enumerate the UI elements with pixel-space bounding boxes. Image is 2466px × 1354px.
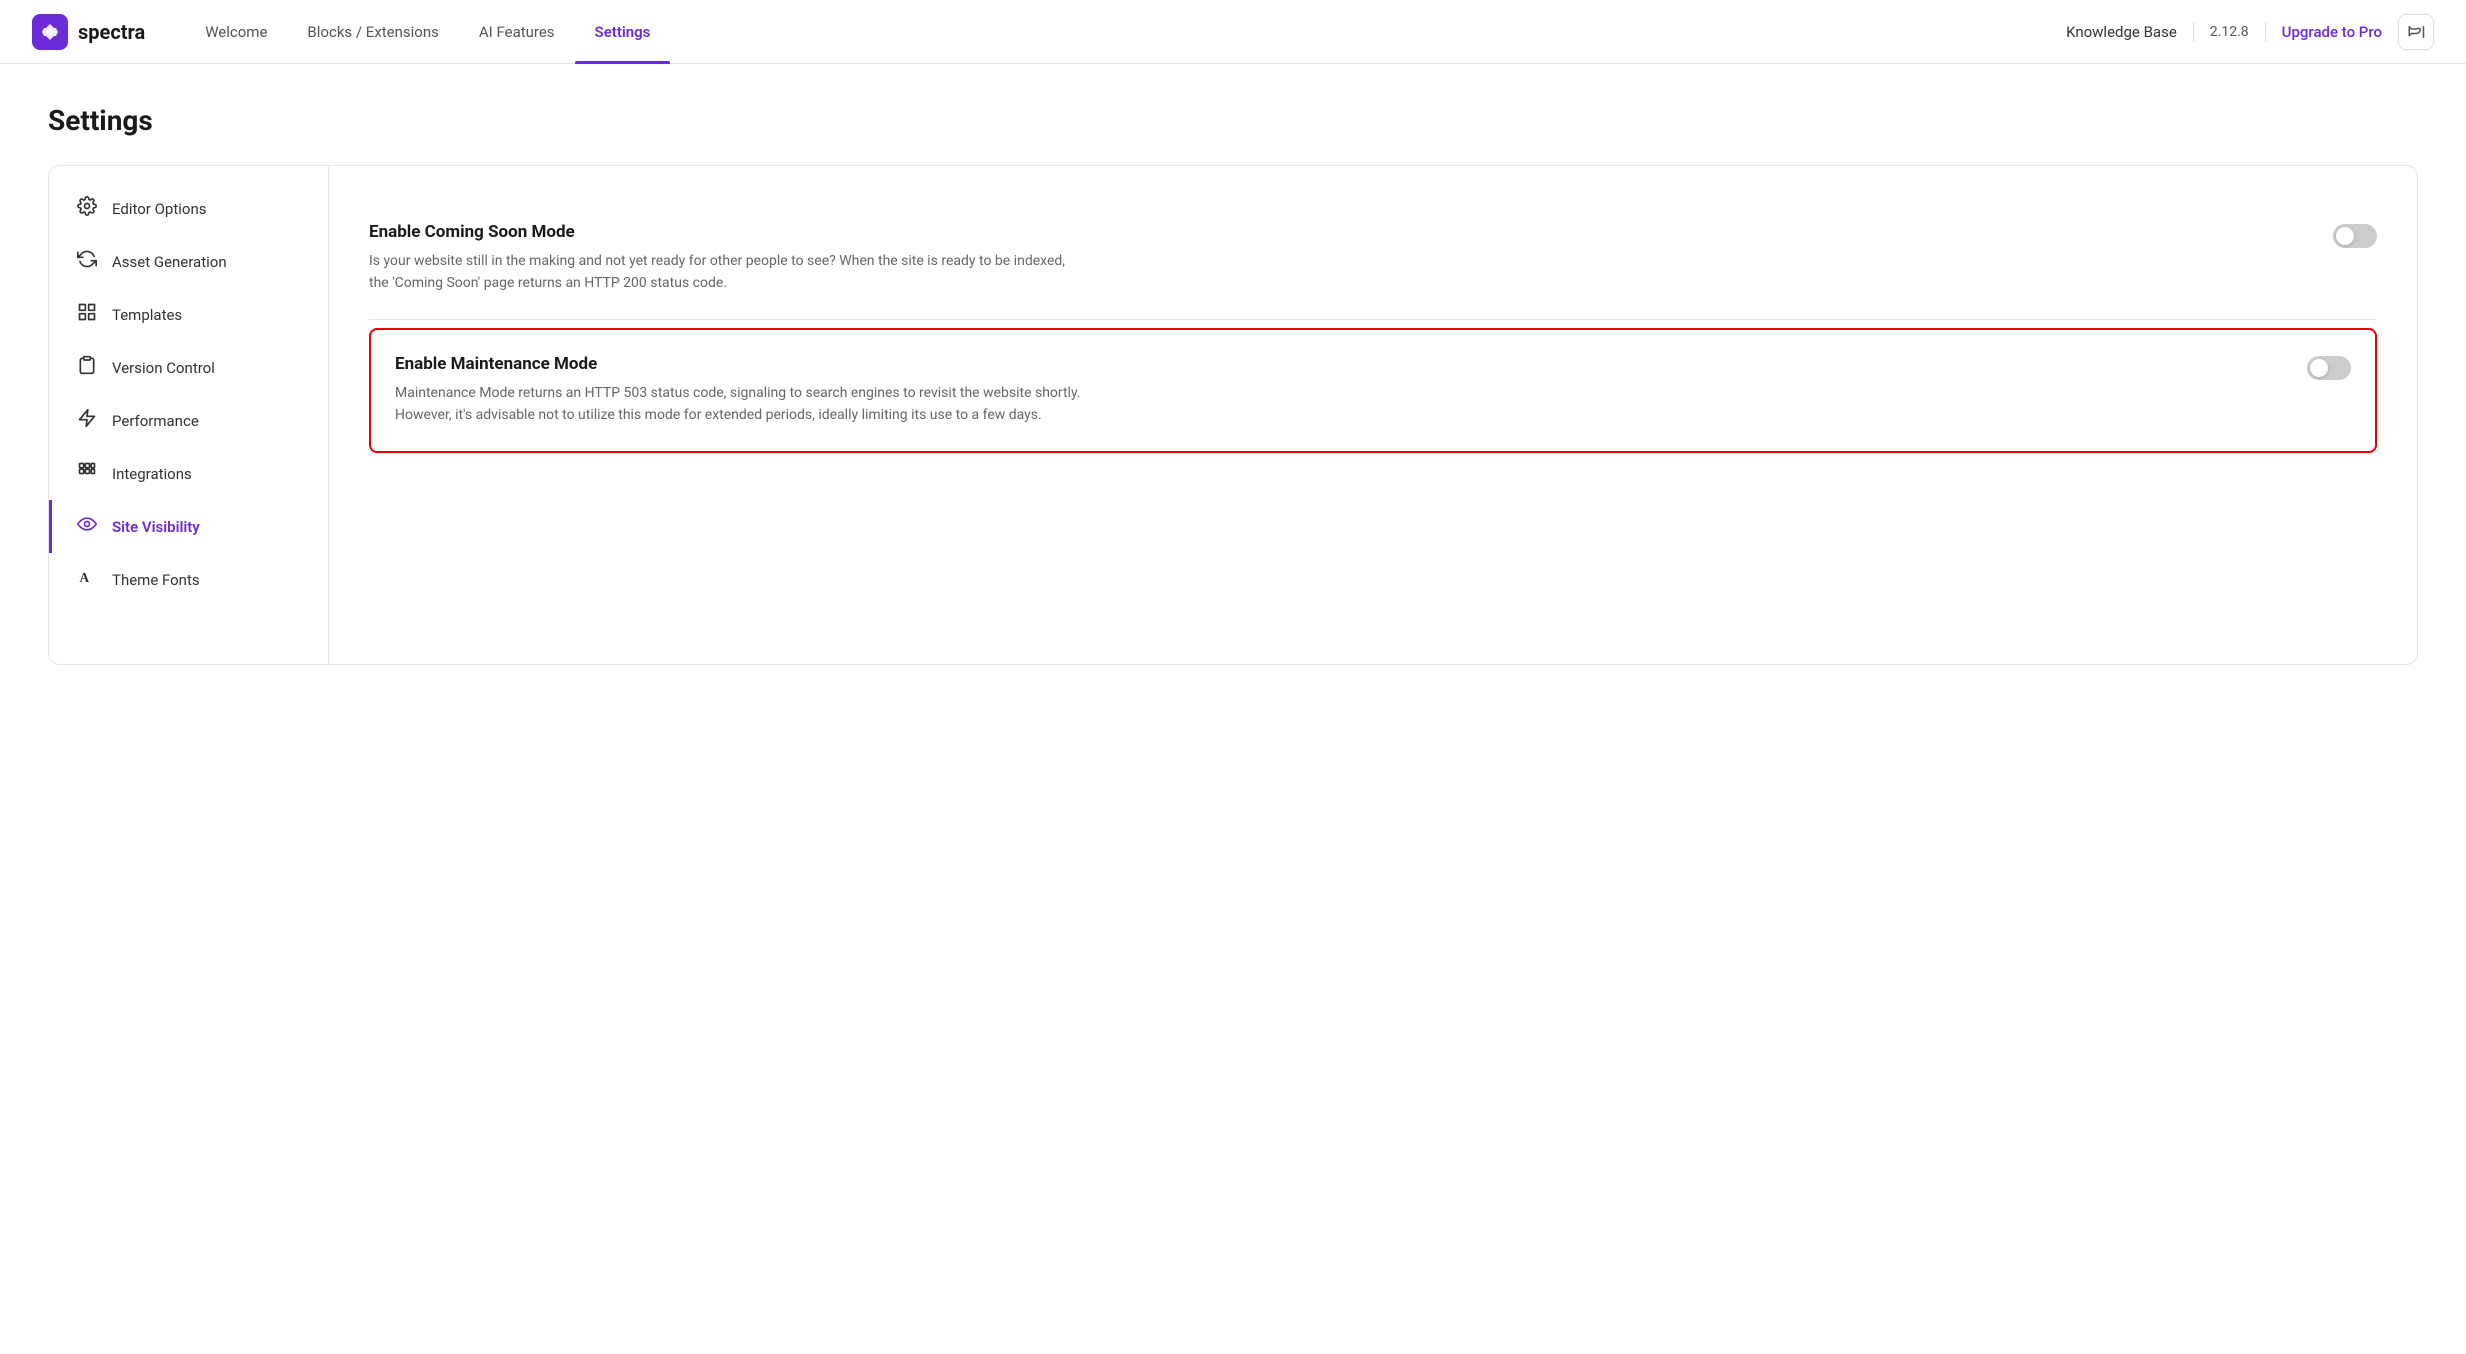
sidebar-label-asset-generation: Asset Generation [112,253,227,271]
nav-divider-1 [2193,22,2194,42]
maintenance-info: Enable Maintenance Mode Maintenance Mode… [395,354,2283,427]
coming-soon-info: Enable Coming Soon Mode Is your website … [369,222,2309,295]
nav-welcome[interactable]: Welcome [185,0,287,64]
logo-link[interactable]: spectra [32,14,145,50]
nav-divider-2 [2265,22,2266,42]
maintenance-label: Enable Maintenance Mode [395,354,2283,374]
logo-text: spectra [78,20,145,44]
nav-links: Welcome Blocks / Extensions AI Features … [185,0,2066,64]
coming-soon-label: Enable Coming Soon Mode [369,222,2309,242]
settings-main-content: Enable Coming Soon Mode Is your website … [329,166,2417,664]
nav-blocks-extensions[interactable]: Blocks / Extensions [287,0,458,64]
svg-text:A: A [80,570,90,585]
settings-sidebar: Editor Options Asset Generation [49,166,329,664]
sidebar-item-asset-generation[interactable]: Asset Generation [49,235,328,288]
maintenance-row: Enable Maintenance Mode Maintenance Mode… [395,354,2351,427]
sidebar-item-version-control[interactable]: Version Control [49,341,328,394]
refresh-icon [76,249,98,274]
grid-icon [76,302,98,327]
maintenance-toggle[interactable] [2307,356,2351,380]
sidebar-item-performance[interactable]: Performance [49,394,328,447]
sidebar-label-theme-fonts: Theme Fonts [112,571,200,589]
maintenance-desc: Maintenance Mode returns an HTTP 503 sta… [395,382,1095,427]
sidebar-label-editor-options: Editor Options [112,200,207,218]
coming-soon-toggle[interactable] [2333,224,2377,248]
top-navigation: spectra Welcome Blocks / Extensions AI F… [0,0,2466,64]
gear-icon [76,196,98,221]
maintenance-slider [2307,356,2351,380]
page-content: Settings Editor Options [0,64,2466,705]
nav-settings[interactable]: Settings [575,0,671,64]
coming-soon-slider [2333,224,2377,248]
sidebar-label-integrations: Integrations [112,465,192,483]
coming-soon-desc: Is your website still in the making and … [369,250,1069,295]
sidebar-label-site-visibility: Site Visibility [112,518,200,536]
knowledge-base-link[interactable]: Knowledge Base [2066,23,2177,41]
apps-icon [76,461,98,486]
font-icon: A [76,567,98,592]
sidebar-item-integrations[interactable]: Integrations [49,447,328,500]
sidebar-label-version-control: Version Control [112,359,215,377]
sidebar-item-editor-options[interactable]: Editor Options [49,182,328,235]
maintenance-section: Enable Maintenance Mode Maintenance Mode… [369,328,2377,453]
notifications-button[interactable] [2398,14,2434,50]
sidebar-item-templates[interactable]: Templates [49,288,328,341]
bolt-icon [76,408,98,433]
page-title: Settings [48,104,2418,137]
sidebar-item-site-visibility[interactable]: Site Visibility [49,500,328,553]
sidebar-label-performance: Performance [112,412,199,430]
sidebar-label-templates: Templates [112,306,182,324]
coming-soon-section: Enable Coming Soon Mode Is your website … [369,198,2377,320]
eye-icon [76,514,98,539]
settings-panel: Editor Options Asset Generation [48,165,2418,665]
nav-right: Knowledge Base 2.12.8 Upgrade to Pro [2066,14,2434,50]
logo-icon [32,14,68,50]
coming-soon-row: Enable Coming Soon Mode Is your website … [369,222,2377,295]
nav-ai-features[interactable]: AI Features [459,0,575,64]
sidebar-item-theme-fonts[interactable]: A Theme Fonts [49,553,328,606]
clipboard-icon [76,355,98,380]
version-label: 2.12.8 [2210,24,2249,40]
upgrade-link[interactable]: Upgrade to Pro [2282,23,2382,41]
